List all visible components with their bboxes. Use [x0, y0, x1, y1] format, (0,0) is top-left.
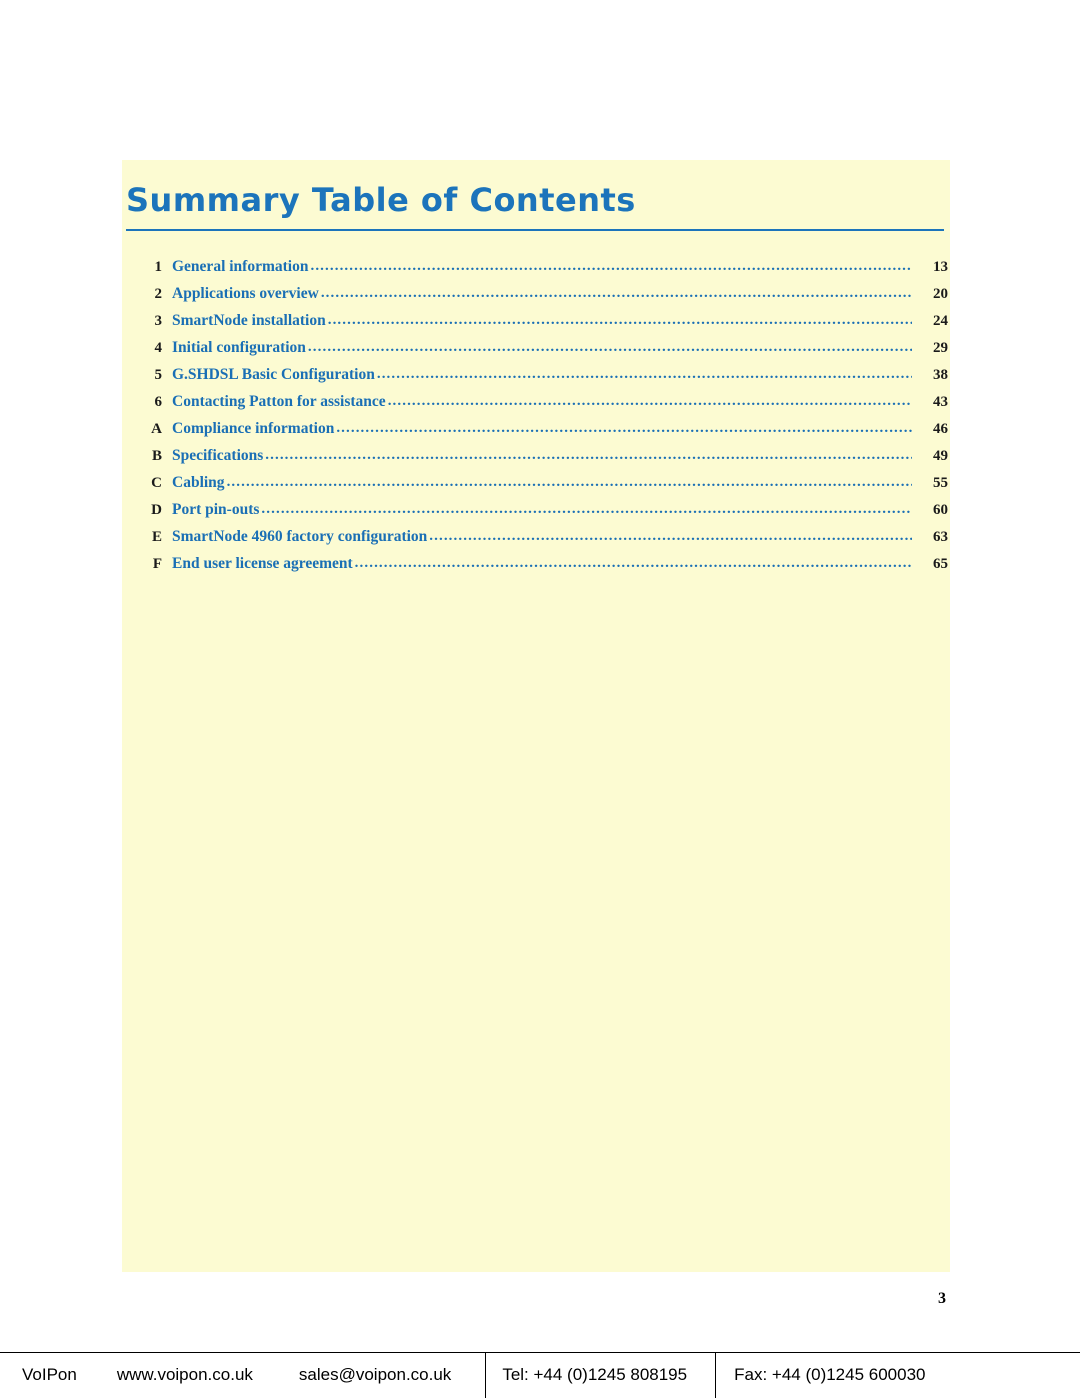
title-divider [126, 229, 944, 231]
toc-entry-number: B [151, 448, 162, 464]
toc-entry-label[interactable]: Contacting Patton for assistance [172, 393, 386, 411]
toc-entry-page: 38 [933, 367, 948, 383]
toc-leader-dots: ........................................… [429, 528, 912, 544]
toc-leader-dots: ........................................… [387, 393, 912, 409]
toc-entry-label[interactable]: Compliance information [172, 420, 334, 438]
toc-leader-dots: ........................................… [336, 420, 912, 436]
table-of-contents: 1 General information....................… [126, 258, 948, 582]
toc-entry-number: D [151, 502, 162, 518]
toc-entry[interactable]: 6 Contacting Patton for assistance.......… [126, 393, 949, 420]
toc-entry-page: 46 [933, 421, 948, 437]
toc-entry[interactable]: 3 SmartNode installation.................… [126, 312, 949, 339]
toc-entry[interactable]: 2 Applications overview..................… [126, 285, 949, 312]
toc-leader-dots: ........................................… [320, 285, 912, 301]
toc-leader-dots: ........................................… [310, 258, 912, 274]
toc-entry[interactable]: A Compliance information.................… [126, 420, 948, 447]
toc-entry-page: 13 [933, 259, 948, 275]
toc-entry-page: 65 [933, 556, 948, 572]
toc-entry-page: 55 [933, 475, 948, 491]
toc-entry-page: 20 [933, 286, 948, 302]
toc-entry[interactable]: 5 G.SHDSL Basic Configuration............… [126, 366, 949, 393]
page-title: Summary Table of Contents [126, 181, 636, 219]
footer-email[interactable]: sales@voipon.co.uk [285, 1353, 485, 1398]
toc-entry-number: 1 [154, 259, 163, 275]
toc-entry-label[interactable]: Applications overview [172, 285, 319, 303]
toc-entry-number: C [151, 475, 162, 491]
footer-fax: Fax: +44 (0)1245 600030 [734, 1365, 926, 1384]
footer-bar: VoIPon www.voipon.co.uk sales@voipon.co.… [0, 1352, 1080, 1398]
document-page: Summary Table of Contents 1 General infor… [0, 0, 1080, 1352]
toc-entry-number: 4 [154, 340, 163, 356]
footer-telephone: Tel: +44 (0)1245 808195 [502, 1365, 688, 1384]
toc-entry-number: A [151, 421, 162, 437]
toc-leader-dots: ........................................… [226, 474, 912, 490]
toc-entry[interactable]: 1 General information....................… [126, 258, 949, 285]
toc-entry-label[interactable]: General information [172, 258, 308, 276]
toc-entry-page: 63 [933, 529, 948, 545]
toc-entry-number: F [152, 556, 162, 572]
toc-entry-number: 3 [154, 313, 163, 329]
toc-leader-dots: ........................................… [265, 447, 912, 463]
toc-entry-number: 6 [154, 394, 163, 410]
toc-leader-dots: ........................................… [307, 339, 912, 355]
toc-entry-page: 43 [933, 394, 948, 410]
footer-website[interactable]: www.voipon.co.uk [103, 1353, 285, 1398]
toc-entry-number: 5 [154, 367, 163, 383]
toc-entry[interactable]: D Port pin-outs..........................… [126, 501, 948, 528]
toc-entry-label[interactable]: Port pin-outs [172, 501, 259, 519]
toc-entry-page: 24 [933, 313, 948, 329]
toc-entry-page: 60 [933, 502, 948, 518]
toc-entry-page: 29 [933, 340, 948, 356]
toc-entry-label[interactable]: G.SHDSL Basic Configuration [172, 366, 375, 384]
toc-entry[interactable]: B Specifications.........................… [126, 447, 948, 474]
toc-entry-page: 49 [933, 448, 948, 464]
toc-entry-label[interactable]: SmartNode installation [172, 312, 326, 330]
toc-entry-number: E [151, 529, 162, 545]
toc-leader-dots: ........................................… [354, 555, 912, 571]
toc-leader-dots: ........................................… [327, 312, 912, 328]
toc-entry[interactable]: 4 Initial configuration..................… [126, 339, 949, 366]
toc-entry[interactable]: C Cabling................................… [126, 474, 948, 501]
toc-entry-label[interactable]: Cabling [172, 474, 225, 492]
toc-entry[interactable]: F End user license agreement.............… [126, 555, 948, 582]
page-number: 3 [938, 1290, 946, 1307]
toc-entry-label[interactable]: Initial configuration [172, 339, 306, 357]
toc-entry-number: 2 [154, 286, 163, 302]
toc-entry-label[interactable]: Specifications [172, 447, 263, 465]
toc-entry-label[interactable]: End user license agreement [172, 555, 353, 573]
toc-entry-label[interactable]: SmartNode 4960 factory configuration [172, 528, 427, 546]
footer-brand: VoIPon [22, 1365, 77, 1384]
toc-entry[interactable]: E SmartNode 4960 factory configuration...… [126, 528, 948, 555]
toc-leader-dots: ........................................… [261, 501, 912, 517]
toc-leader-dots: ........................................… [376, 366, 912, 382]
